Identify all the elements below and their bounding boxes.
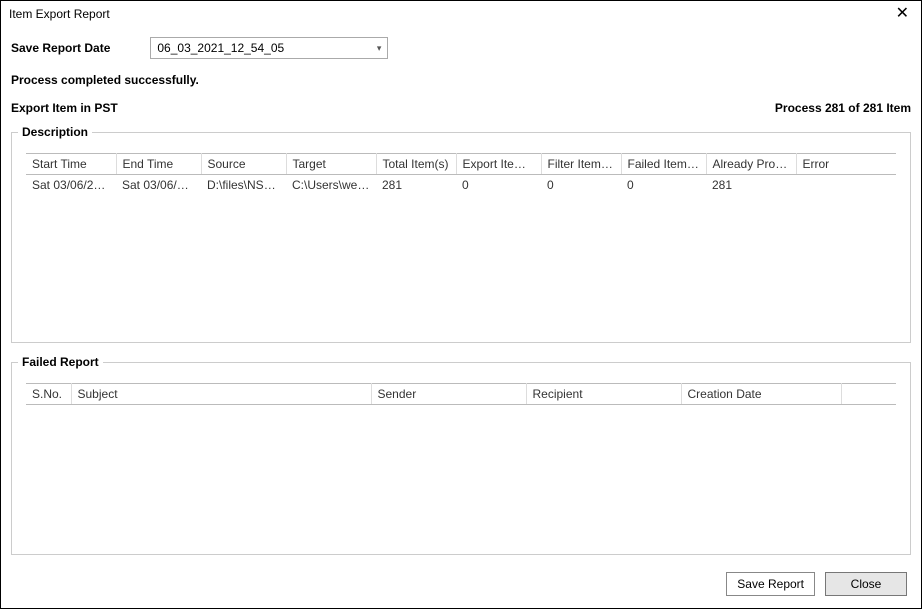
description-table: Start Time End Time Source Target Total … xyxy=(26,153,896,195)
col-subject[interactable]: Subject xyxy=(71,384,371,405)
col-spacer xyxy=(841,384,896,405)
save-report-button[interactable]: Save Report xyxy=(726,572,815,596)
table-header-row: S.No. Subject Sender Recipient Creation … xyxy=(26,384,896,405)
table-header-row: Start Time End Time Source Target Total … xyxy=(26,154,896,175)
description-table-wrap: Start Time End Time Source Target Total … xyxy=(12,139,910,342)
col-already[interactable]: Already Proce... xyxy=(706,154,796,175)
col-sender[interactable]: Sender xyxy=(371,384,526,405)
save-date-row: Save Report Date 06_03_2021_12_54_05 ▾ xyxy=(11,37,911,59)
cell-already: 281 xyxy=(706,175,796,196)
col-export[interactable]: Export Item(s) xyxy=(456,154,541,175)
col-error[interactable]: Error xyxy=(796,154,896,175)
description-group: Description Start Time End Time Source T… xyxy=(11,125,911,343)
cell-export: 0 xyxy=(456,175,541,196)
description-legend: Description xyxy=(18,125,92,139)
save-date-dropdown[interactable]: 06_03_2021_12_54_05 ▾ xyxy=(150,37,388,59)
failed-legend: Failed Report xyxy=(18,355,103,369)
cell-end: Sat 03/06/20... xyxy=(116,175,201,196)
col-total[interactable]: Total Item(s) xyxy=(376,154,456,175)
failed-table-wrap: S.No. Subject Sender Recipient Creation … xyxy=(12,369,910,554)
cell-filter: 0 xyxy=(541,175,621,196)
status-message: Process completed successfully. xyxy=(11,73,911,87)
button-row: Save Report Close xyxy=(726,572,907,596)
cell-failed: 0 xyxy=(621,175,706,196)
titlebar: Item Export Report ✕ xyxy=(1,1,921,25)
cell-error xyxy=(796,175,896,196)
cell-source: D:\files\NSF\... xyxy=(201,175,286,196)
close-icon[interactable]: ✕ xyxy=(892,6,913,22)
col-recipient[interactable]: Recipient xyxy=(526,384,681,405)
col-creation[interactable]: Creation Date xyxy=(681,384,841,405)
failed-table: S.No. Subject Sender Recipient Creation … xyxy=(26,383,896,405)
cell-target: C:\Users\welc... xyxy=(286,175,376,196)
content-area: Save Report Date 06_03_2021_12_54_05 ▾ P… xyxy=(1,25,921,573)
col-sno[interactable]: S.No. xyxy=(26,384,71,405)
table-row[interactable]: Sat 03/06/2021... Sat 03/06/20... D:\fil… xyxy=(26,175,896,196)
col-failed[interactable]: Failed Item(s) xyxy=(621,154,706,175)
col-filter[interactable]: Filter Item(s) xyxy=(541,154,621,175)
save-date-value: 06_03_2021_12_54_05 xyxy=(157,41,284,55)
col-end[interactable]: End Time xyxy=(116,154,201,175)
chevron-down-icon: ▾ xyxy=(377,43,382,54)
col-source[interactable]: Source xyxy=(201,154,286,175)
window-title: Item Export Report xyxy=(9,7,110,21)
col-start[interactable]: Start Time xyxy=(26,154,116,175)
close-button[interactable]: Close xyxy=(825,572,907,596)
progress-text: Process 281 of 281 Item xyxy=(775,101,911,115)
col-target[interactable]: Target xyxy=(286,154,376,175)
failed-group: Failed Report S.No. Subject Sender Recip… xyxy=(11,355,911,555)
cell-total: 281 xyxy=(376,175,456,196)
cell-start: Sat 03/06/2021... xyxy=(26,175,116,196)
export-row: Export Item in PST Process 281 of 281 It… xyxy=(11,101,911,115)
save-date-label: Save Report Date xyxy=(11,41,110,55)
export-label: Export Item in PST xyxy=(11,101,118,115)
